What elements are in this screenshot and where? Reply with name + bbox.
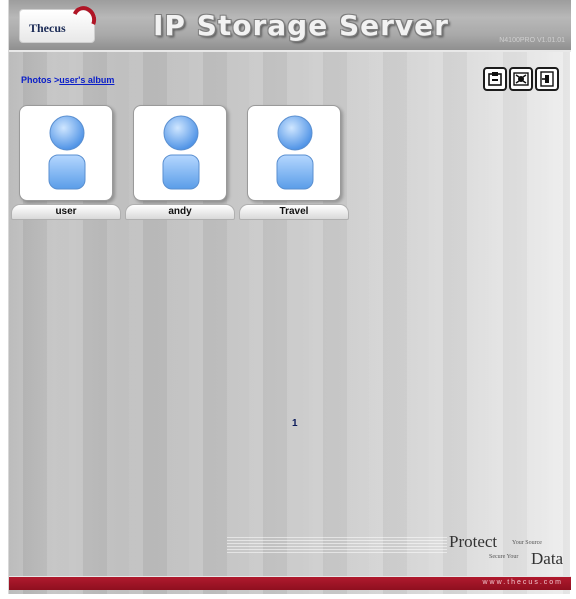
exit-button[interactable]	[535, 67, 559, 91]
upload-icon	[488, 72, 502, 86]
logo-swoosh-icon	[68, 2, 100, 36]
footer-slogan: Protect Your Source Secure Your Data	[449, 532, 576, 574]
album-label[interactable]: Travel	[239, 204, 349, 220]
user-album-icon	[48, 115, 86, 190]
album-tile[interactable]: andy	[125, 105, 235, 227]
user-album-icon	[276, 115, 314, 190]
album-tile[interactable]: user	[11, 105, 121, 227]
album-card[interactable]	[247, 105, 341, 201]
settings-button[interactable]	[509, 67, 533, 91]
user-album-icon	[162, 115, 200, 190]
footer-bar: www.thecus.com	[9, 576, 571, 590]
slogan-decoration	[227, 537, 447, 555]
slogan-data: Data	[531, 549, 564, 568]
album-label[interactable]: user	[11, 204, 121, 220]
album-card[interactable]	[19, 105, 113, 201]
album-label[interactable]: andy	[125, 204, 235, 220]
album-card[interactable]	[133, 105, 227, 201]
thecus-logo: Thecus	[19, 2, 100, 43]
breadcrumb-current-link[interactable]: user's album	[59, 75, 114, 85]
footer-url: www.thecus.com	[482, 579, 563, 586]
album-tile[interactable]: Travel	[239, 105, 349, 227]
slogan-protect: Protect	[449, 532, 498, 551]
settings-icon	[513, 72, 529, 86]
breadcrumb-root: Photos >	[21, 75, 60, 85]
page-number-link[interactable]: 1	[292, 418, 298, 429]
breadcrumb: Photos >user's album	[21, 75, 114, 85]
upload-button[interactable]	[483, 67, 507, 91]
header-banner: Thecus IP Storage Server N4100PRO V1.01.…	[9, 0, 571, 52]
app-frame: Thecus IP Storage Server N4100PRO V1.01.…	[8, 0, 571, 594]
slogan-sub-text: Secure Your	[489, 554, 519, 560]
logo-text: Thecus	[29, 21, 66, 35]
app-title: IP Storage Server	[153, 9, 449, 42]
slogan-sub-text: Your Source	[512, 540, 542, 546]
exit-icon	[540, 71, 554, 87]
version-label: N4100PRO V1.01.01	[499, 37, 565, 44]
